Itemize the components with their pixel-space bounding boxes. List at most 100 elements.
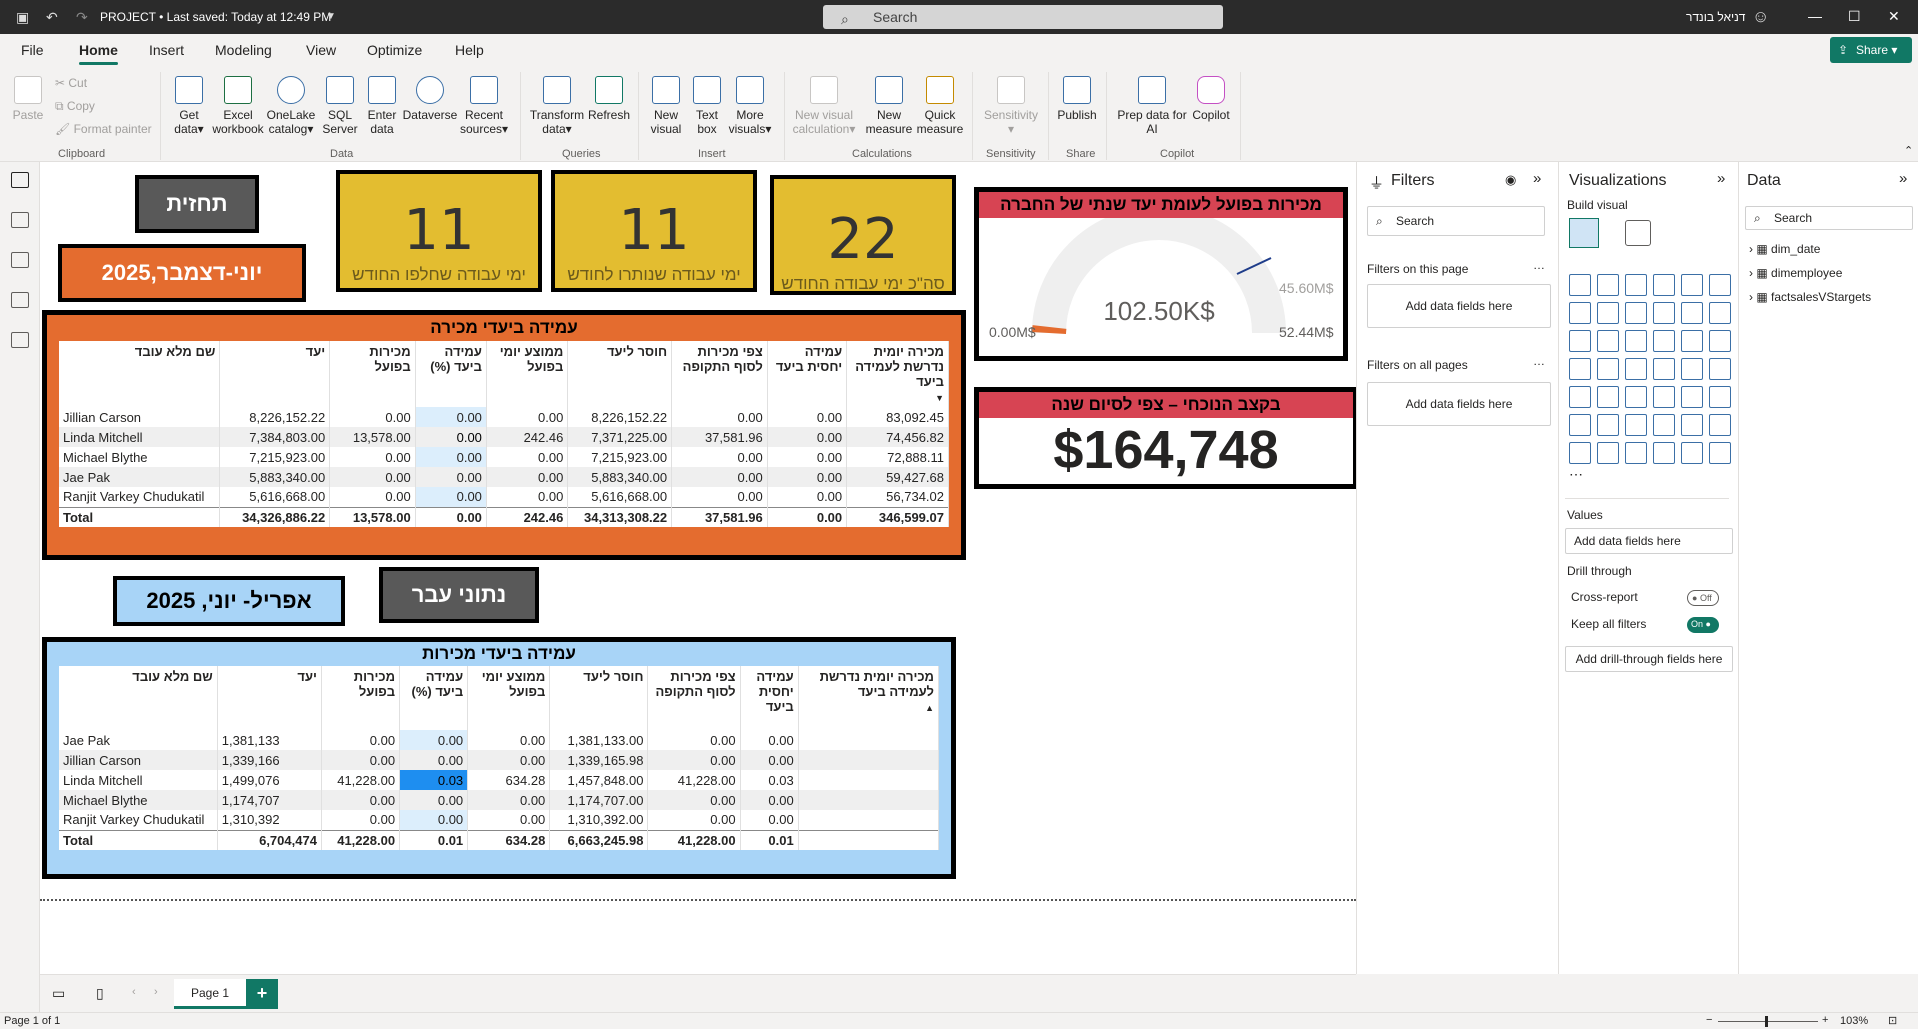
funnel-icon[interactable]	[1625, 330, 1647, 352]
tab-help[interactable]: Help	[455, 42, 484, 58]
report-view-icon[interactable]	[11, 172, 29, 188]
paginated-report-icon[interactable]	[1569, 442, 1591, 464]
get-data-button[interactable]: Get data▾	[166, 76, 212, 136]
col-header[interactable]: עמידה ביעד (%)	[415, 341, 487, 407]
more-options-icon[interactable]: …	[1533, 258, 1545, 272]
keep-filters-toggle[interactable]: On ●	[1687, 617, 1719, 633]
pie-chart-icon[interactable]	[1681, 330, 1703, 352]
forecast-button[interactable]: תחזית	[135, 175, 259, 233]
redo-icon[interactable]: ↷	[76, 9, 88, 26]
gauge-visual[interactable]: מכירות בפועל לעומת יעד שנתי של החברה 102…	[974, 187, 1348, 361]
format-visual-tab[interactable]	[1625, 220, 1651, 246]
zoom-in-icon[interactable]: +	[1822, 1014, 1828, 1026]
table-row[interactable]: Michael Blythe 1,174,707 0.00 0.00 0.00 1,174…	[59, 790, 940, 810]
values-drop-zone[interactable]: Add data fields here	[1565, 528, 1733, 554]
onelake-button[interactable]: OneLake catalog▾	[264, 76, 318, 136]
scatter-chart-icon[interactable]	[1653, 330, 1675, 352]
past-period-button[interactable]: אפריל- יוני, 2025	[113, 576, 345, 626]
azure-map-icon[interactable]	[1653, 358, 1675, 380]
new-visual-calculation-button[interactable]: New visual calculation▾	[790, 76, 858, 136]
format-painter-button[interactable]: 🖌 Format painter	[55, 122, 152, 136]
excel-button[interactable]: Excel workbook	[212, 76, 264, 136]
collapse-ribbon-icon[interactable]: ⌃	[1904, 144, 1913, 157]
line-stacked-column-icon[interactable]	[1569, 330, 1591, 352]
share-button[interactable]: ⇪ Share ▾	[1830, 37, 1912, 63]
data-table-item[interactable]: › ▦ dimemployee	[1749, 266, 1842, 280]
tab-file[interactable]: File	[21, 42, 44, 58]
model-view-icon[interactable]	[11, 252, 29, 268]
table-row[interactable]: Jae Pak 1,381,133 0.00 0.00 0.00 1,381,133.00…	[59, 730, 940, 750]
key-influencers-icon[interactable]	[1597, 414, 1619, 436]
col-header[interactable]: מכירות בפועל	[329, 341, 416, 407]
table-icon[interactable]	[1653, 386, 1675, 408]
table-row[interactable]: Linda Mitchell 7,384,803.00 13,578.00 0.00 2…	[59, 427, 949, 447]
new-measure-button[interactable]: New measure	[864, 76, 914, 136]
eye-icon[interactable]: ◉	[1505, 172, 1516, 188]
data-table-item[interactable]: › ▦ dim_date	[1749, 242, 1820, 256]
col-header[interactable]: צפי מכירות לסוף התקופה	[671, 341, 768, 407]
treemap-icon[interactable]	[1569, 358, 1591, 380]
copy-button[interactable]: ⧉ Copy	[55, 99, 95, 114]
transform-data-button[interactable]: Transform data▾	[528, 76, 586, 136]
more-visuals-icon[interactable]: ⋯	[1569, 466, 1583, 483]
desktop-view-icon[interactable]: ▭	[52, 985, 65, 1002]
filters-search[interactable]: ⌕ Search	[1367, 206, 1545, 236]
qa-icon[interactable]	[1653, 414, 1675, 436]
tab-home[interactable]: Home	[79, 42, 118, 65]
stacked-area-chart-icon[interactable]	[1625, 302, 1647, 324]
multi-row-card-icon[interactable]	[1569, 386, 1591, 408]
undo-icon[interactable]: ↶	[46, 9, 58, 26]
col-header[interactable]: חוסר ליעד	[549, 666, 649, 730]
python-visual-icon[interactable]	[1569, 414, 1591, 436]
scroll-right-icon[interactable]: ›	[154, 986, 158, 998]
sql-server-button[interactable]: SQL Server	[318, 76, 362, 136]
more-options-icon[interactable]: …	[1533, 354, 1545, 368]
table-row[interactable]: Linda Mitchell 1,499,076 41,228.00 0.03 634.…	[59, 770, 940, 790]
document-title[interactable]: PROJECT • Last saved: Today at 12:49 PM	[100, 10, 331, 24]
gauge-icon[interactable]	[1681, 358, 1703, 380]
avatar-icon[interactable]: ☺	[1752, 7, 1769, 27]
publish-button[interactable]: Publish	[1054, 76, 1100, 122]
button-slicer-icon[interactable]	[1681, 442, 1703, 464]
table-row[interactable]: Jae Pak 5,883,340.00 0.00 0.00 0.00 5,883,340…	[59, 467, 949, 487]
table-row[interactable]: Jillian Carson 1,339,166 0.00 0.00 0.00 1,339…	[59, 750, 940, 770]
zoom-out-icon[interactable]: −	[1706, 1014, 1712, 1026]
card-icon[interactable]	[1709, 358, 1731, 380]
sales-target-matrix-current[interactable]: עמידה ביעדי מכירה שם מלא עובד יעד מכירות…	[42, 310, 966, 560]
zoom-slider-thumb[interactable]	[1765, 1016, 1768, 1027]
col-header[interactable]: שם מלא עובד	[59, 341, 221, 407]
quick-measure-button[interactable]: Quick measure	[914, 76, 966, 136]
past-data-button[interactable]: נתוני עבר	[379, 567, 539, 623]
col-header[interactable]: ממוצע יומי בפועל	[486, 341, 569, 407]
more-visuals-button[interactable]: More visuals▾	[726, 76, 774, 136]
col-header[interactable]: מכירות בפועל	[321, 666, 401, 730]
tab-modeling[interactable]: Modeling	[215, 42, 272, 58]
prep-data-ai-button[interactable]: Prep data for AI	[1114, 76, 1190, 136]
area-chart-icon[interactable]	[1597, 302, 1619, 324]
col-header[interactable]: ממוצע יומי בפועל	[467, 666, 551, 730]
close-icon[interactable]: ✕	[1888, 8, 1900, 25]
waterfall-chart-icon[interactable]	[1709, 302, 1731, 324]
filters-all-drop-zone[interactable]: Add data fields here	[1367, 382, 1551, 426]
fit-to-page-icon[interactable]: ⊡	[1888, 1014, 1897, 1027]
col-header[interactable]: צפי מכירות לסוף התקופה	[647, 666, 741, 730]
donut-chart-icon[interactable]	[1709, 330, 1731, 352]
matrix-icon[interactable]	[1681, 386, 1703, 408]
col-header[interactable]: מכירה יומית נדרשת לעמידה ביעד ▼	[846, 341, 949, 407]
tmdl-view-icon[interactable]	[11, 332, 29, 348]
waterfall-icon[interactable]	[1597, 330, 1619, 352]
decomposition-tree-icon[interactable]	[1625, 414, 1647, 436]
col-header[interactable]: עמידה יחסית ביעד	[767, 341, 848, 407]
build-visual-tab[interactable]	[1569, 218, 1599, 248]
clustered-bar-chart-icon[interactable]	[1625, 274, 1647, 296]
col-header[interactable]: עמידה יחסית ביעד	[740, 666, 799, 730]
100-column-chart-icon[interactable]	[1709, 274, 1731, 296]
mobile-view-icon[interactable]: ▯	[96, 985, 104, 1002]
refresh-button[interactable]: Refresh	[586, 76, 632, 122]
sales-target-matrix-past[interactable]: עמידה ביעדי מכירות שם מלא עובד יעד מכירו…	[42, 637, 956, 879]
maximize-icon[interactable]: ☐	[1848, 8, 1861, 25]
data-table-item[interactable]: › ▦ factsalesVStargets	[1749, 290, 1871, 304]
collapse-pane-icon[interactable]: »	[1717, 170, 1725, 187]
minimize-icon[interactable]: —	[1808, 8, 1822, 24]
filters-page-drop-zone[interactable]: Add data fields here	[1367, 284, 1551, 328]
